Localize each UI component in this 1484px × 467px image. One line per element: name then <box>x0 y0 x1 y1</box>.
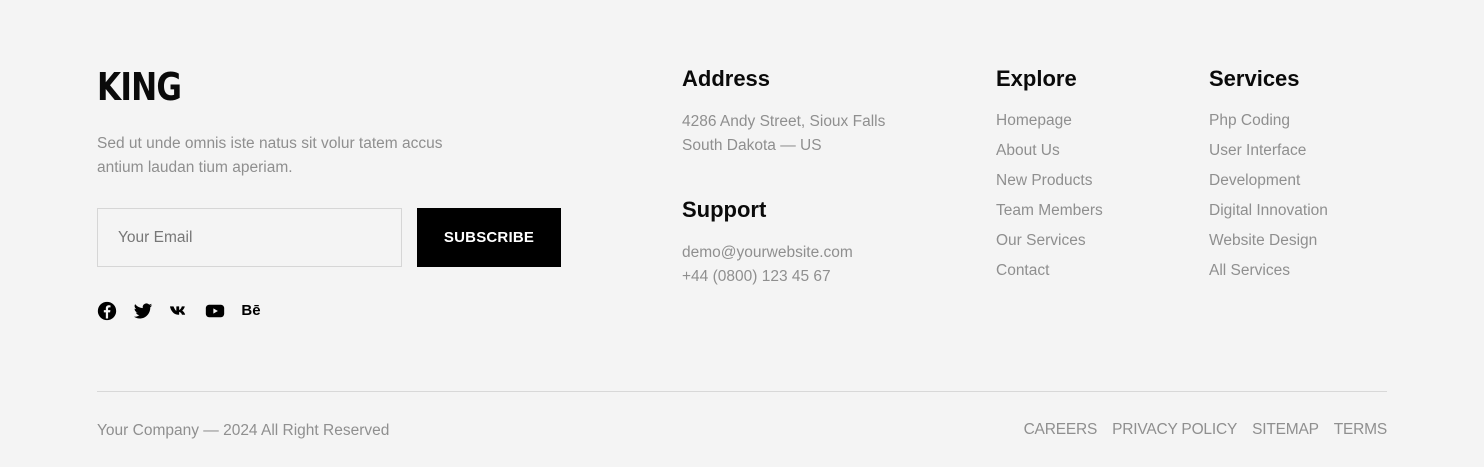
legal-links: CAREERS PRIVACY POLICY SITEMAP TERMS <box>1024 420 1388 440</box>
explore-link-about-us[interactable]: About Us <box>996 136 1103 166</box>
explore-list: Homepage About Us New Products Team Memb… <box>996 106 1103 286</box>
site-footer: KING Sed ut unde omnis iste natus sit vo… <box>0 0 1484 467</box>
email-input[interactable] <box>97 208 402 267</box>
subscribe-button[interactable]: SUBSCRIBE <box>417 208 561 267</box>
address-text: 4286 Andy Street, Sioux Falls South Dako… <box>682 110 885 158</box>
careers-link[interactable]: CAREERS <box>1024 420 1098 440</box>
support-title: Support <box>682 197 767 222</box>
address-title: Address <box>682 66 771 91</box>
support-email-link[interactable]: demo@yourwebsite.com <box>682 241 853 265</box>
terms-link[interactable]: TERMS <box>1334 420 1387 440</box>
support-text: demo@yourwebsite.com +44 (0800) 123 45 6… <box>682 241 853 289</box>
sitemap-link[interactable]: SITEMAP <box>1252 420 1319 440</box>
services-list: Php Coding User Interface Development Di… <box>1209 106 1328 286</box>
explore-link-homepage[interactable]: Homepage <box>996 106 1103 136</box>
facebook-icon[interactable] <box>97 301 117 321</box>
services-link-all-services[interactable]: All Services <box>1209 256 1328 286</box>
youtube-icon[interactable] <box>205 301 225 321</box>
services-link-user-interface[interactable]: User Interface <box>1209 136 1328 166</box>
explore-title: Explore <box>996 66 1077 91</box>
services-link-digital-innovation[interactable]: Digital Innovation <box>1209 196 1328 226</box>
explore-link-new-products[interactable]: New Products <box>996 166 1103 196</box>
privacy-policy-link[interactable]: PRIVACY POLICY <box>1112 420 1237 440</box>
twitter-icon[interactable] <box>133 301 153 321</box>
vk-icon[interactable] <box>169 301 189 321</box>
services-link-website-design[interactable]: Website Design <box>1209 226 1328 256</box>
behance-icon[interactable]: Bē <box>241 301 261 321</box>
support-phone[interactable]: +44 (0800) 123 45 67 <box>682 265 853 289</box>
explore-link-contact[interactable]: Contact <box>996 256 1103 286</box>
brand-description: Sed ut unde omnis iste natus sit volur t… <box>97 135 443 176</box>
services-link-development[interactable]: Development <box>1209 166 1328 196</box>
copyright-text: Your Company — 2024 All Right Reserved <box>97 422 390 439</box>
footer-divider <box>97 391 1387 392</box>
services-title: Services <box>1209 66 1300 91</box>
brand-logo[interactable]: KING <box>97 67 182 107</box>
services-link-php-coding[interactable]: Php Coding <box>1209 106 1328 136</box>
address-line-1: 4286 Andy Street, Sioux Falls <box>682 113 886 130</box>
explore-link-our-services[interactable]: Our Services <box>996 226 1103 256</box>
address-line-2: South Dakota — US <box>682 137 822 154</box>
social-links: Bē <box>97 301 261 321</box>
explore-link-team-members[interactable]: Team Members <box>996 196 1103 226</box>
